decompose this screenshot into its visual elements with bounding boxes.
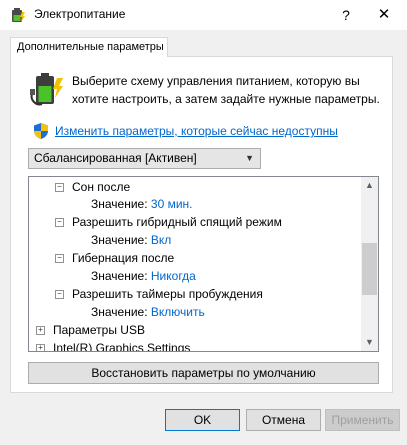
apply-button[interactable]: Применить bbox=[325, 409, 400, 431]
ok-button[interactable]: OK bbox=[165, 409, 240, 431]
collapse-icon[interactable]: − bbox=[55, 290, 64, 299]
chevron-down-icon: ▼ bbox=[245, 153, 254, 163]
value-label: Значение: bbox=[91, 197, 151, 211]
tree-item-label: Разрешить таймеры пробуждения bbox=[72, 287, 263, 301]
vertical-scrollbar[interactable]: ▲ ▼ bbox=[361, 177, 378, 351]
collapse-icon[interactable]: − bbox=[55, 183, 64, 192]
close-button[interactable]: ✕ bbox=[361, 0, 407, 30]
tab-advanced-settings[interactable]: Дополнительные параметры bbox=[10, 37, 168, 57]
value-label: Значение: bbox=[91, 269, 151, 283]
collapse-icon[interactable]: − bbox=[55, 254, 64, 263]
expand-icon[interactable]: + bbox=[36, 344, 45, 351]
tree-item-label: Гибернация после bbox=[72, 251, 175, 265]
value-link[interactable]: Вкл bbox=[151, 233, 171, 247]
change-unavailable-settings-link[interactable]: Изменить параметры, которые сейчас недос… bbox=[55, 124, 338, 138]
tree-item-value-row[interactable]: Значение: Включить bbox=[91, 303, 205, 321]
tree-item-label: Intel(R) Graphics Settings bbox=[53, 341, 191, 352]
power-options-icon bbox=[12, 8, 25, 22]
value-label: Значение: bbox=[91, 233, 151, 247]
tree-item-value-row[interactable]: Значение: 30 мин. bbox=[91, 195, 193, 213]
scroll-down-icon[interactable]: ▼ bbox=[361, 334, 378, 351]
value-label: Значение: bbox=[91, 305, 151, 319]
power-plan-select[interactable]: Сбалансированная [Активен] ▼ bbox=[28, 148, 261, 169]
power-options-dialog: Электропитание ? ✕ Дополнительные параме… bbox=[0, 0, 407, 445]
power-plan-select-value: Сбалансированная [Активен] bbox=[34, 151, 197, 165]
tree-item-value-row[interactable]: Значение: Никогда bbox=[91, 267, 196, 285]
tree-item-label: Разрешить гибридный спящий режим bbox=[72, 215, 282, 229]
tree-item-label: Сон после bbox=[72, 180, 131, 194]
battery-plug-icon bbox=[30, 73, 63, 106]
description-text: Выберите схему управления питанием, кото… bbox=[72, 74, 380, 106]
tree-item-value-row[interactable]: Значение: Вкл bbox=[91, 231, 171, 249]
value-link[interactable]: 30 мин. bbox=[151, 197, 193, 211]
scroll-thumb[interactable] bbox=[362, 243, 377, 295]
cancel-button[interactable]: Отмена bbox=[246, 409, 321, 431]
value-link[interactable]: Включить bbox=[151, 305, 205, 319]
collapse-icon[interactable]: − bbox=[55, 218, 64, 227]
scroll-up-icon[interactable]: ▲ bbox=[361, 177, 378, 194]
title-bar: Электропитание ? ✕ bbox=[0, 0, 407, 30]
settings-tree[interactable]: − Сон после Значение: 30 мин. − Разрешит… bbox=[28, 176, 379, 352]
value-link[interactable]: Никогда bbox=[151, 269, 196, 283]
expand-icon[interactable]: + bbox=[36, 326, 45, 335]
window-title: Электропитание bbox=[34, 7, 126, 21]
uac-shield-icon bbox=[34, 123, 48, 139]
tree-item-label: Параметры USB bbox=[53, 323, 145, 337]
restore-defaults-button[interactable]: Восстановить параметры по умолчанию bbox=[28, 362, 379, 384]
